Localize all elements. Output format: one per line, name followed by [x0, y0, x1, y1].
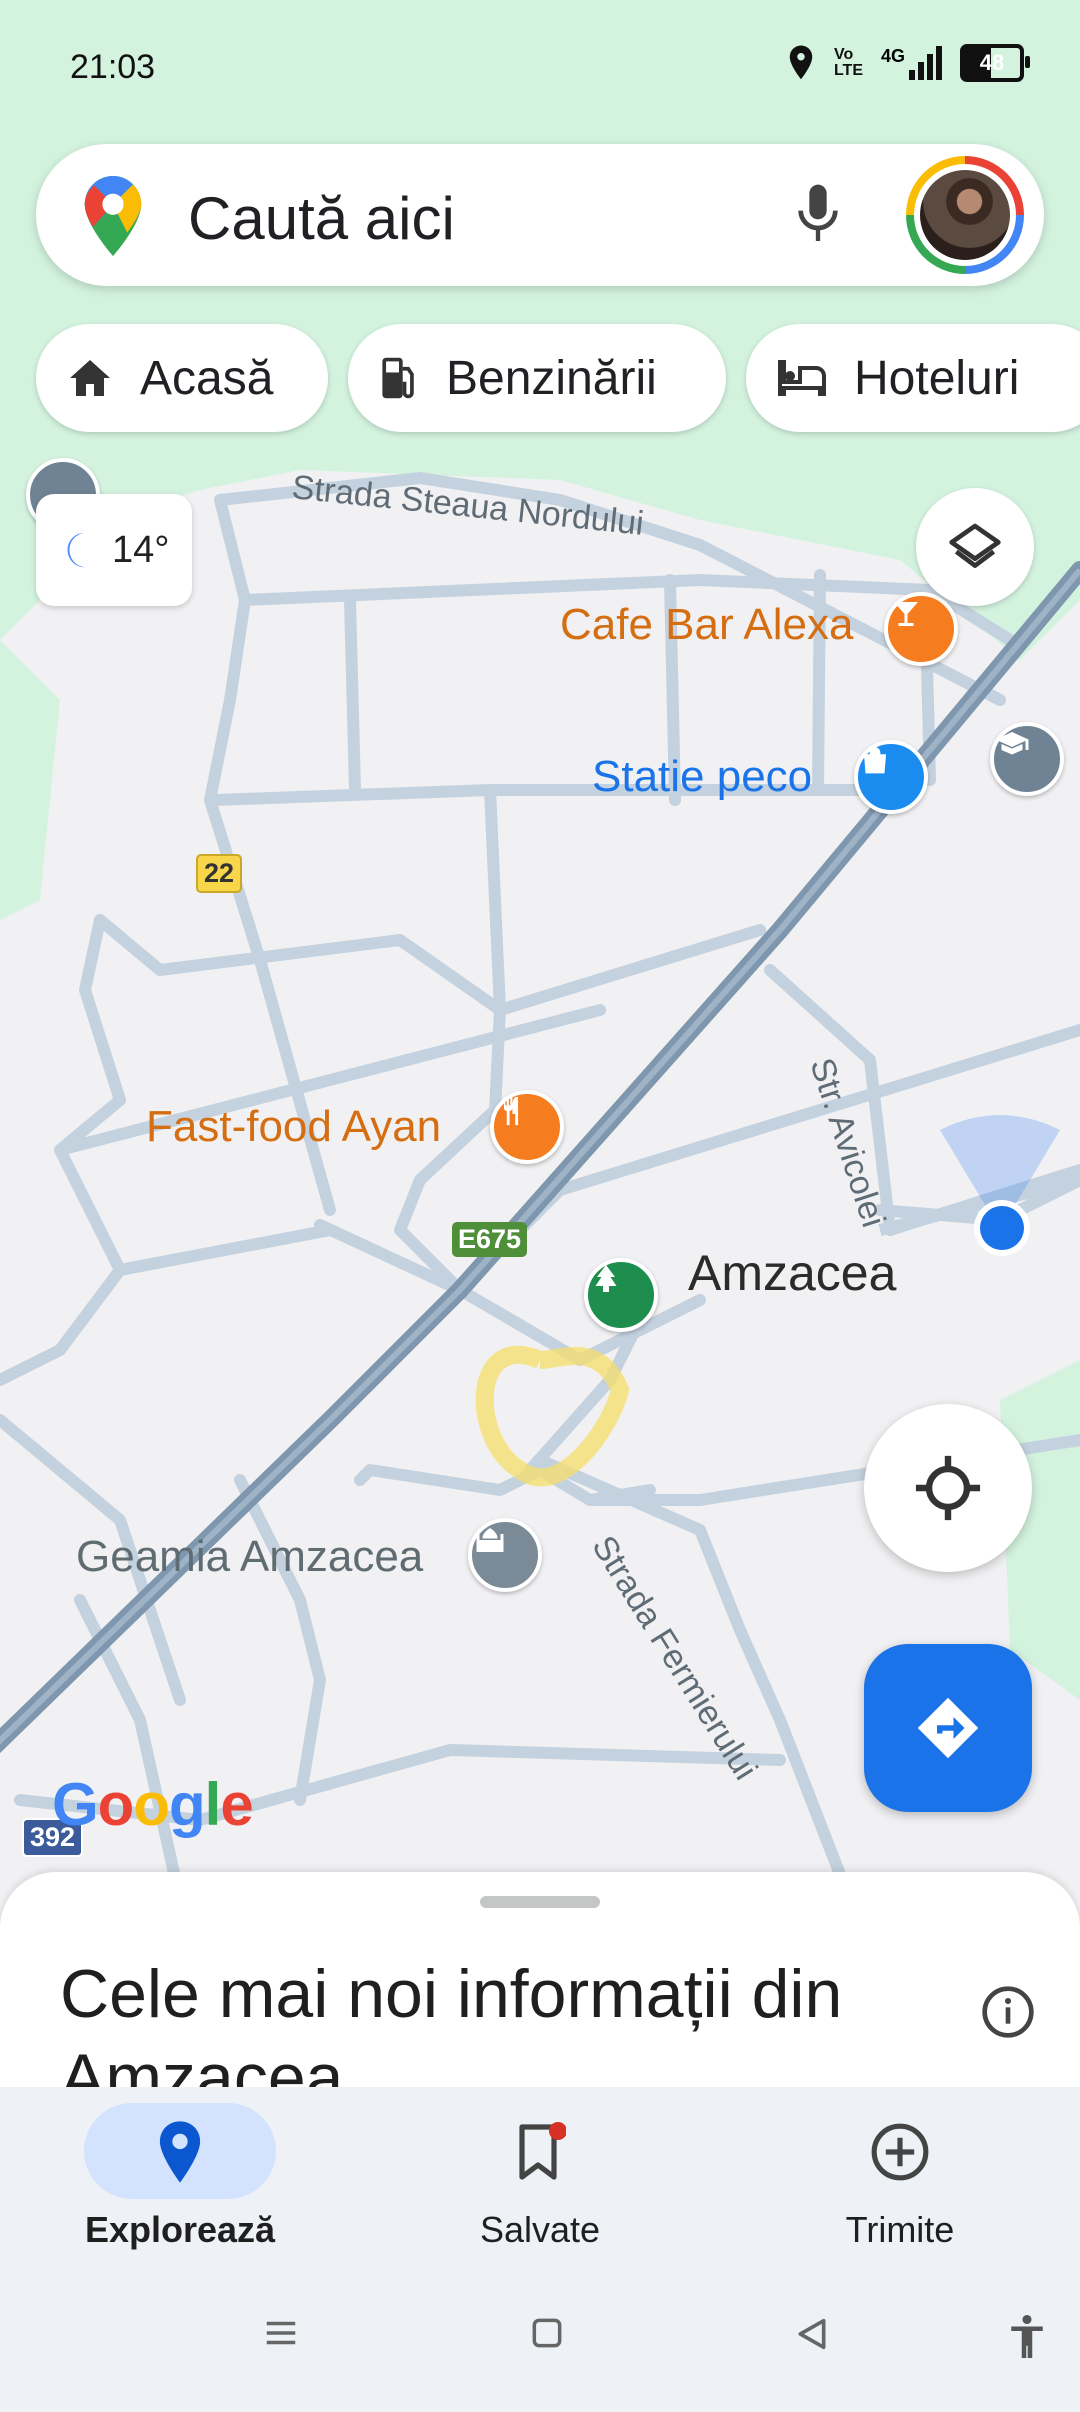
layers-button[interactable]	[916, 488, 1034, 606]
nav-label: Salvate	[479, 2209, 601, 2250]
nav-explore[interactable]: Explorează	[0, 2087, 360, 2274]
info-icon[interactable]	[980, 1984, 1036, 2045]
chip-label: Benzinării	[446, 351, 657, 405]
school-icon[interactable]	[990, 722, 1064, 796]
chip-hotels[interactable]: Hoteluri	[746, 324, 1080, 432]
status-bar: 21:03 Vo LTE 4G 48	[0, 0, 1080, 140]
volte-icon: Vo LTE	[833, 46, 863, 79]
poi-label-restaurant[interactable]: Fast-food Ayan	[146, 1102, 441, 1152]
chip-label: Acasă	[140, 351, 274, 405]
town-label[interactable]: Amzacea	[688, 1244, 896, 1302]
accessibility-icon[interactable]	[1006, 2314, 1048, 2360]
chip-label: Hoteluri	[854, 351, 1020, 405]
explore-pin-icon	[0, 2119, 360, 2185]
my-location-button[interactable]	[864, 1404, 1032, 1572]
poi-label-mosque[interactable]: Geamia Amzacea	[76, 1532, 423, 1582]
nav-label: Trimite	[845, 2209, 955, 2250]
chip-gas-stations[interactable]: Benzinării	[348, 324, 726, 432]
battery-icon: 48	[960, 44, 1030, 82]
cocktail-icon[interactable]	[884, 592, 958, 666]
signal-icon	[909, 46, 942, 80]
home-icon	[66, 356, 114, 400]
plus-circle-icon	[720, 2121, 1080, 2183]
back-triangle-icon[interactable]	[792, 2314, 832, 2354]
microphone-icon[interactable]	[792, 182, 844, 253]
system-navigation-bar	[0, 2274, 1080, 2412]
sheet-title: Cele mai noi informații din Amzacea	[60, 1956, 843, 2087]
shopping-bag-icon[interactable]	[854, 740, 928, 814]
directions-icon	[917, 1697, 979, 1759]
google-logo: Google	[52, 1771, 254, 1838]
weather-temp: 14°	[112, 528, 170, 571]
menu-lines-icon[interactable]	[262, 2314, 300, 2352]
gas-station-icon	[378, 354, 420, 402]
avatar[interactable]	[906, 156, 1024, 274]
bookmark-icon	[360, 2121, 720, 2183]
fork-knife-icon[interactable]	[490, 1090, 564, 1164]
search-input[interactable]: Caută aici	[188, 184, 455, 253]
layers-icon	[949, 523, 1001, 568]
poi-label-shop[interactable]: Statie peco	[592, 752, 812, 802]
route-shield: E675	[452, 1222, 528, 1257]
nav-contribute[interactable]: Trimite	[720, 2087, 1080, 2274]
weather-badge[interactable]: 14°	[36, 494, 192, 606]
bottom-sheet[interactable]: Cele mai noi informații din Amzacea	[0, 1872, 1080, 2087]
poi-label-cafe[interactable]: Cafe Bar Alexa	[560, 600, 854, 650]
moon-icon	[56, 527, 102, 573]
nav-label: Explorează	[84, 2209, 276, 2250]
hotel-bed-icon	[776, 358, 828, 398]
sheet-drag-handle[interactable]	[480, 1896, 600, 1908]
google-maps-pin-icon	[84, 176, 142, 261]
directions-button[interactable]	[864, 1644, 1032, 1812]
search-bar[interactable]: Caută aici	[36, 144, 1044, 286]
nav-saved[interactable]: Salvate	[360, 2087, 720, 2274]
tree-icon[interactable]	[584, 1258, 658, 1332]
chip-home[interactable]: Acasă	[36, 324, 328, 432]
network-type-label: 4G	[880, 46, 905, 66]
home-square-icon[interactable]	[528, 2314, 566, 2352]
battery-level: 48	[979, 50, 1005, 75]
crosshair-icon	[915, 1455, 981, 1521]
location-status-icon	[789, 45, 813, 80]
status-time: 21:03	[70, 48, 156, 86]
bottom-navigation: Explorează Salvate Trimite	[0, 2087, 1080, 2274]
route-shield: 22	[196, 854, 243, 893]
mosque-icon[interactable]	[468, 1518, 542, 1592]
